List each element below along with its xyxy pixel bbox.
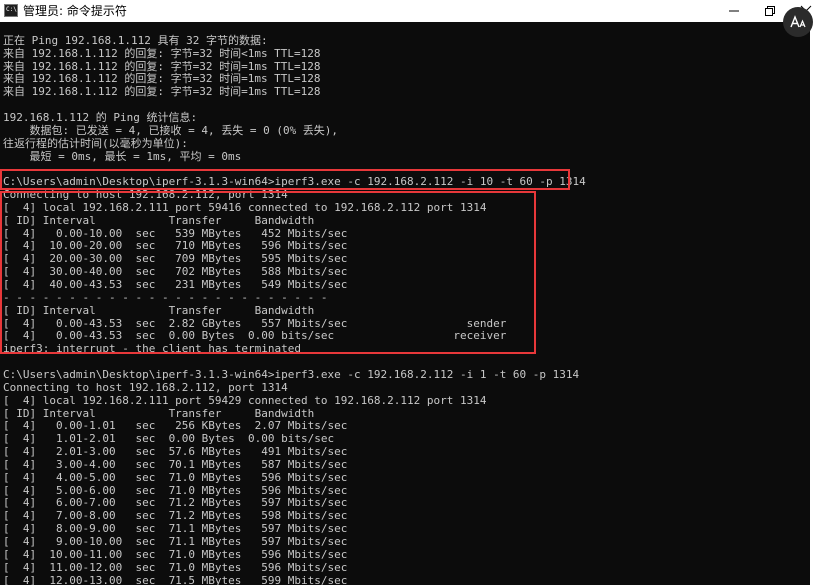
- console-line: [ 4] 9.00-10.00 sec 71.1 MBytes 597 Mbit…: [3, 535, 348, 548]
- console-output[interactable]: 正在 Ping 192.168.1.112 具有 32 字节的数据: 来自 192…: [0, 22, 810, 585]
- vertical-scrollbar[interactable]: [810, 22, 820, 585]
- font-aa-icon: [790, 15, 806, 28]
- console-line: Connecting to host 192.168.2.112, port 1…: [3, 380, 288, 394]
- restore-icon: [765, 6, 775, 16]
- console-line: 来自 192.168.1.112 的回复: 字节=32 时间=1ms TTL=1…: [3, 72, 321, 86]
- cmd-app-icon[interactable]: C:\: [4, 4, 18, 17]
- console-line: [ 4] local 192.168.2.111 port 59429 conn…: [3, 393, 487, 407]
- console-line: 最短 = 0ms, 最长 = 1ms, 平均 = 0ms: [3, 149, 242, 163]
- cmd-icon-label: C:\: [6, 6, 17, 13]
- console-line: [ 4] 8.00-9.00 sec 71.1 MBytes 597 Mbits…: [3, 522, 348, 536]
- console-line: [ 4] 3.00-4.00 sec 70.1 MBytes 587 Mbits…: [3, 457, 348, 471]
- font-overlay-button[interactable]: [783, 7, 813, 37]
- window-title: 管理员: 命令提示符: [23, 4, 127, 18]
- console-line: [ 4] 10.00-11.00 sec 71.0 MBytes 596 Mbi…: [3, 547, 348, 561]
- console-line: C:\Users\admin\Desktop\iperf-3.1.3-win64…: [3, 367, 580, 381]
- console-line: [ 4] 4.00-5.00 sec 71.0 MBytes 596 Mbits…: [3, 470, 348, 484]
- command-highlight-box: [0, 169, 570, 190]
- console-line: 来自 192.168.1.112 的回复: 字节=32 时间=1ms TTL=1…: [3, 85, 321, 99]
- console-line: [ 4] 5.00-6.00 sec 71.0 MBytes 596 Mbits…: [3, 483, 348, 497]
- console-line: [ 4] 7.00-8.00 sec 71.2 MBytes 598 Mbits…: [3, 509, 348, 523]
- title-bar[interactable]: C:\ 管理员: 命令提示符: [0, 0, 820, 22]
- console-line: [ 4] 11.00-12.00 sec 71.0 MBytes 596 Mbi…: [3, 560, 348, 574]
- console-line: 来自 192.168.1.112 的回复: 字节=32 时间<1ms TTL=1…: [3, 46, 321, 60]
- console-line: [ 4] 12.00-13.00 sec 71.5 MBytes 599 Mbi…: [3, 573, 348, 585]
- console-line: [ 4] 2.01-3.00 sec 57.6 MBytes 491 Mbits…: [3, 445, 348, 459]
- minimize-icon: [729, 10, 739, 12]
- console-line: 数据包: 已发送 = 4, 已接收 = 4, 丢失 = 0 (0% 丢失),: [3, 123, 339, 137]
- console-line: [ 4] 0.00-1.01 sec 256 KBytes 2.07 Mbits…: [3, 419, 348, 433]
- console-line: 192.168.1.112 的 Ping 统计信息:: [3, 110, 198, 124]
- console-line: [ ID] Interval Transfer Bandwidth: [3, 406, 315, 420]
- output-highlight-box: [0, 191, 536, 354]
- console-line: 来自 192.168.1.112 的回复: 字节=32 时间=1ms TTL=1…: [3, 59, 321, 73]
- console-line: [ 4] 1.01-2.01 sec 0.00 Bytes 0.00 bits/…: [3, 432, 335, 446]
- console-line: 往返行程的估计时间(以毫秒为单位):: [3, 136, 188, 150]
- console-line: 正在 Ping 192.168.1.112 具有 32 字节的数据:: [3, 33, 268, 47]
- console-line: [ 4] 6.00-7.00 sec 71.2 MBytes 597 Mbits…: [3, 496, 348, 510]
